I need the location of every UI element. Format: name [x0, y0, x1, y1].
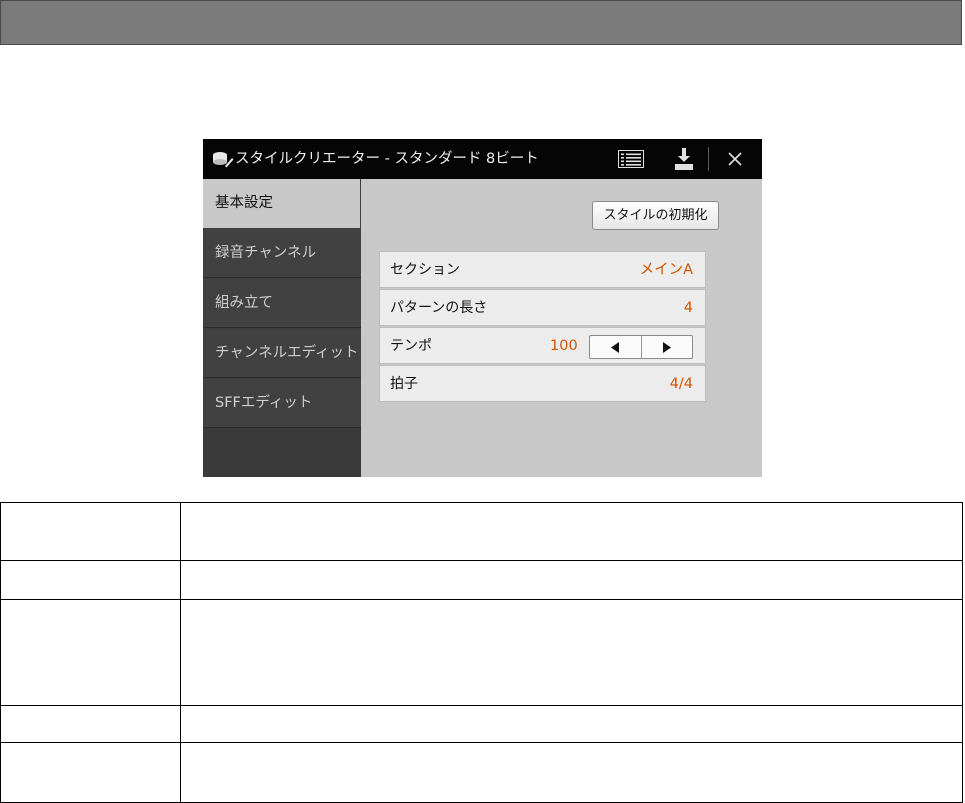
table-cell	[0, 599, 181, 706]
arrow-right-icon	[663, 341, 672, 353]
tempo-decrease-button[interactable]	[590, 336, 641, 358]
table-row	[0, 560, 963, 600]
param-label: 拍子	[390, 376, 418, 392]
table-cell	[0, 742, 181, 803]
param-value: 4/4	[669, 376, 693, 392]
tab-assembly[interactable]: 組み立て	[203, 279, 361, 328]
table-row	[0, 599, 963, 706]
list-icon	[618, 150, 644, 168]
save-icon	[675, 148, 693, 170]
table-cell	[0, 502, 181, 561]
header-band	[0, 0, 962, 45]
style-creator-icon	[213, 152, 234, 168]
description-table	[0, 502, 963, 803]
param-row-time-signature[interactable]: 拍子 4/4	[379, 365, 706, 402]
param-value: メインA	[639, 262, 693, 278]
tab-basic-settings[interactable]: 基本設定	[203, 179, 360, 228]
close-button[interactable]	[722, 139, 748, 179]
sidebar-empty-slot	[203, 428, 361, 477]
tab-channel-edit[interactable]: チャンネルエディット	[203, 329, 361, 378]
table-cell	[180, 705, 963, 743]
tab-record-channel[interactable]: 録音チャンネル	[203, 229, 361, 278]
save-button[interactable]	[671, 139, 697, 179]
tab-sff-edit[interactable]: SFFエディット	[203, 379, 361, 428]
parameter-list: セクション メインA パターンの長さ 4 テンポ 100 拍子 4/4	[379, 251, 706, 403]
title-bar: スタイルクリエーター - スタンダード 8ビート	[203, 139, 762, 179]
param-row-tempo[interactable]: テンポ 100	[379, 327, 706, 364]
param-label: パターンの長さ	[390, 300, 488, 316]
table-cell	[180, 599, 963, 706]
tempo-increase-button[interactable]	[640, 336, 693, 358]
table-cell	[0, 705, 181, 743]
tempo-stepper	[589, 335, 693, 359]
style-creator-screen: スタイルクリエーター - スタンダード 8ビート 基本設定 録音チャンネル 組み…	[203, 139, 762, 477]
sidebar: 基本設定 録音チャンネル 組み立て チャンネルエディット SFFエディット	[203, 179, 361, 477]
table-row	[0, 705, 963, 743]
window-title: スタイルクリエーター - スタンダード 8ビート	[235, 151, 539, 167]
table-cell	[0, 560, 181, 600]
param-label: セクション	[390, 262, 460, 278]
table-row	[0, 742, 963, 803]
list-button[interactable]	[617, 139, 645, 179]
tempo-value: 100	[550, 338, 578, 354]
table-row	[0, 502, 963, 561]
param-value: 4	[683, 300, 693, 316]
table-cell	[180, 560, 963, 600]
param-row-section[interactable]: セクション メインA	[379, 251, 706, 288]
table-cell	[180, 502, 963, 561]
close-icon	[728, 152, 742, 166]
arrow-left-icon	[610, 341, 619, 353]
toolbar-separator	[708, 147, 709, 171]
style-reset-button[interactable]: スタイルの初期化	[592, 201, 719, 230]
param-label: テンポ	[390, 338, 432, 354]
param-row-pattern-length[interactable]: パターンの長さ 4	[379, 289, 706, 326]
table-cell	[180, 742, 963, 803]
